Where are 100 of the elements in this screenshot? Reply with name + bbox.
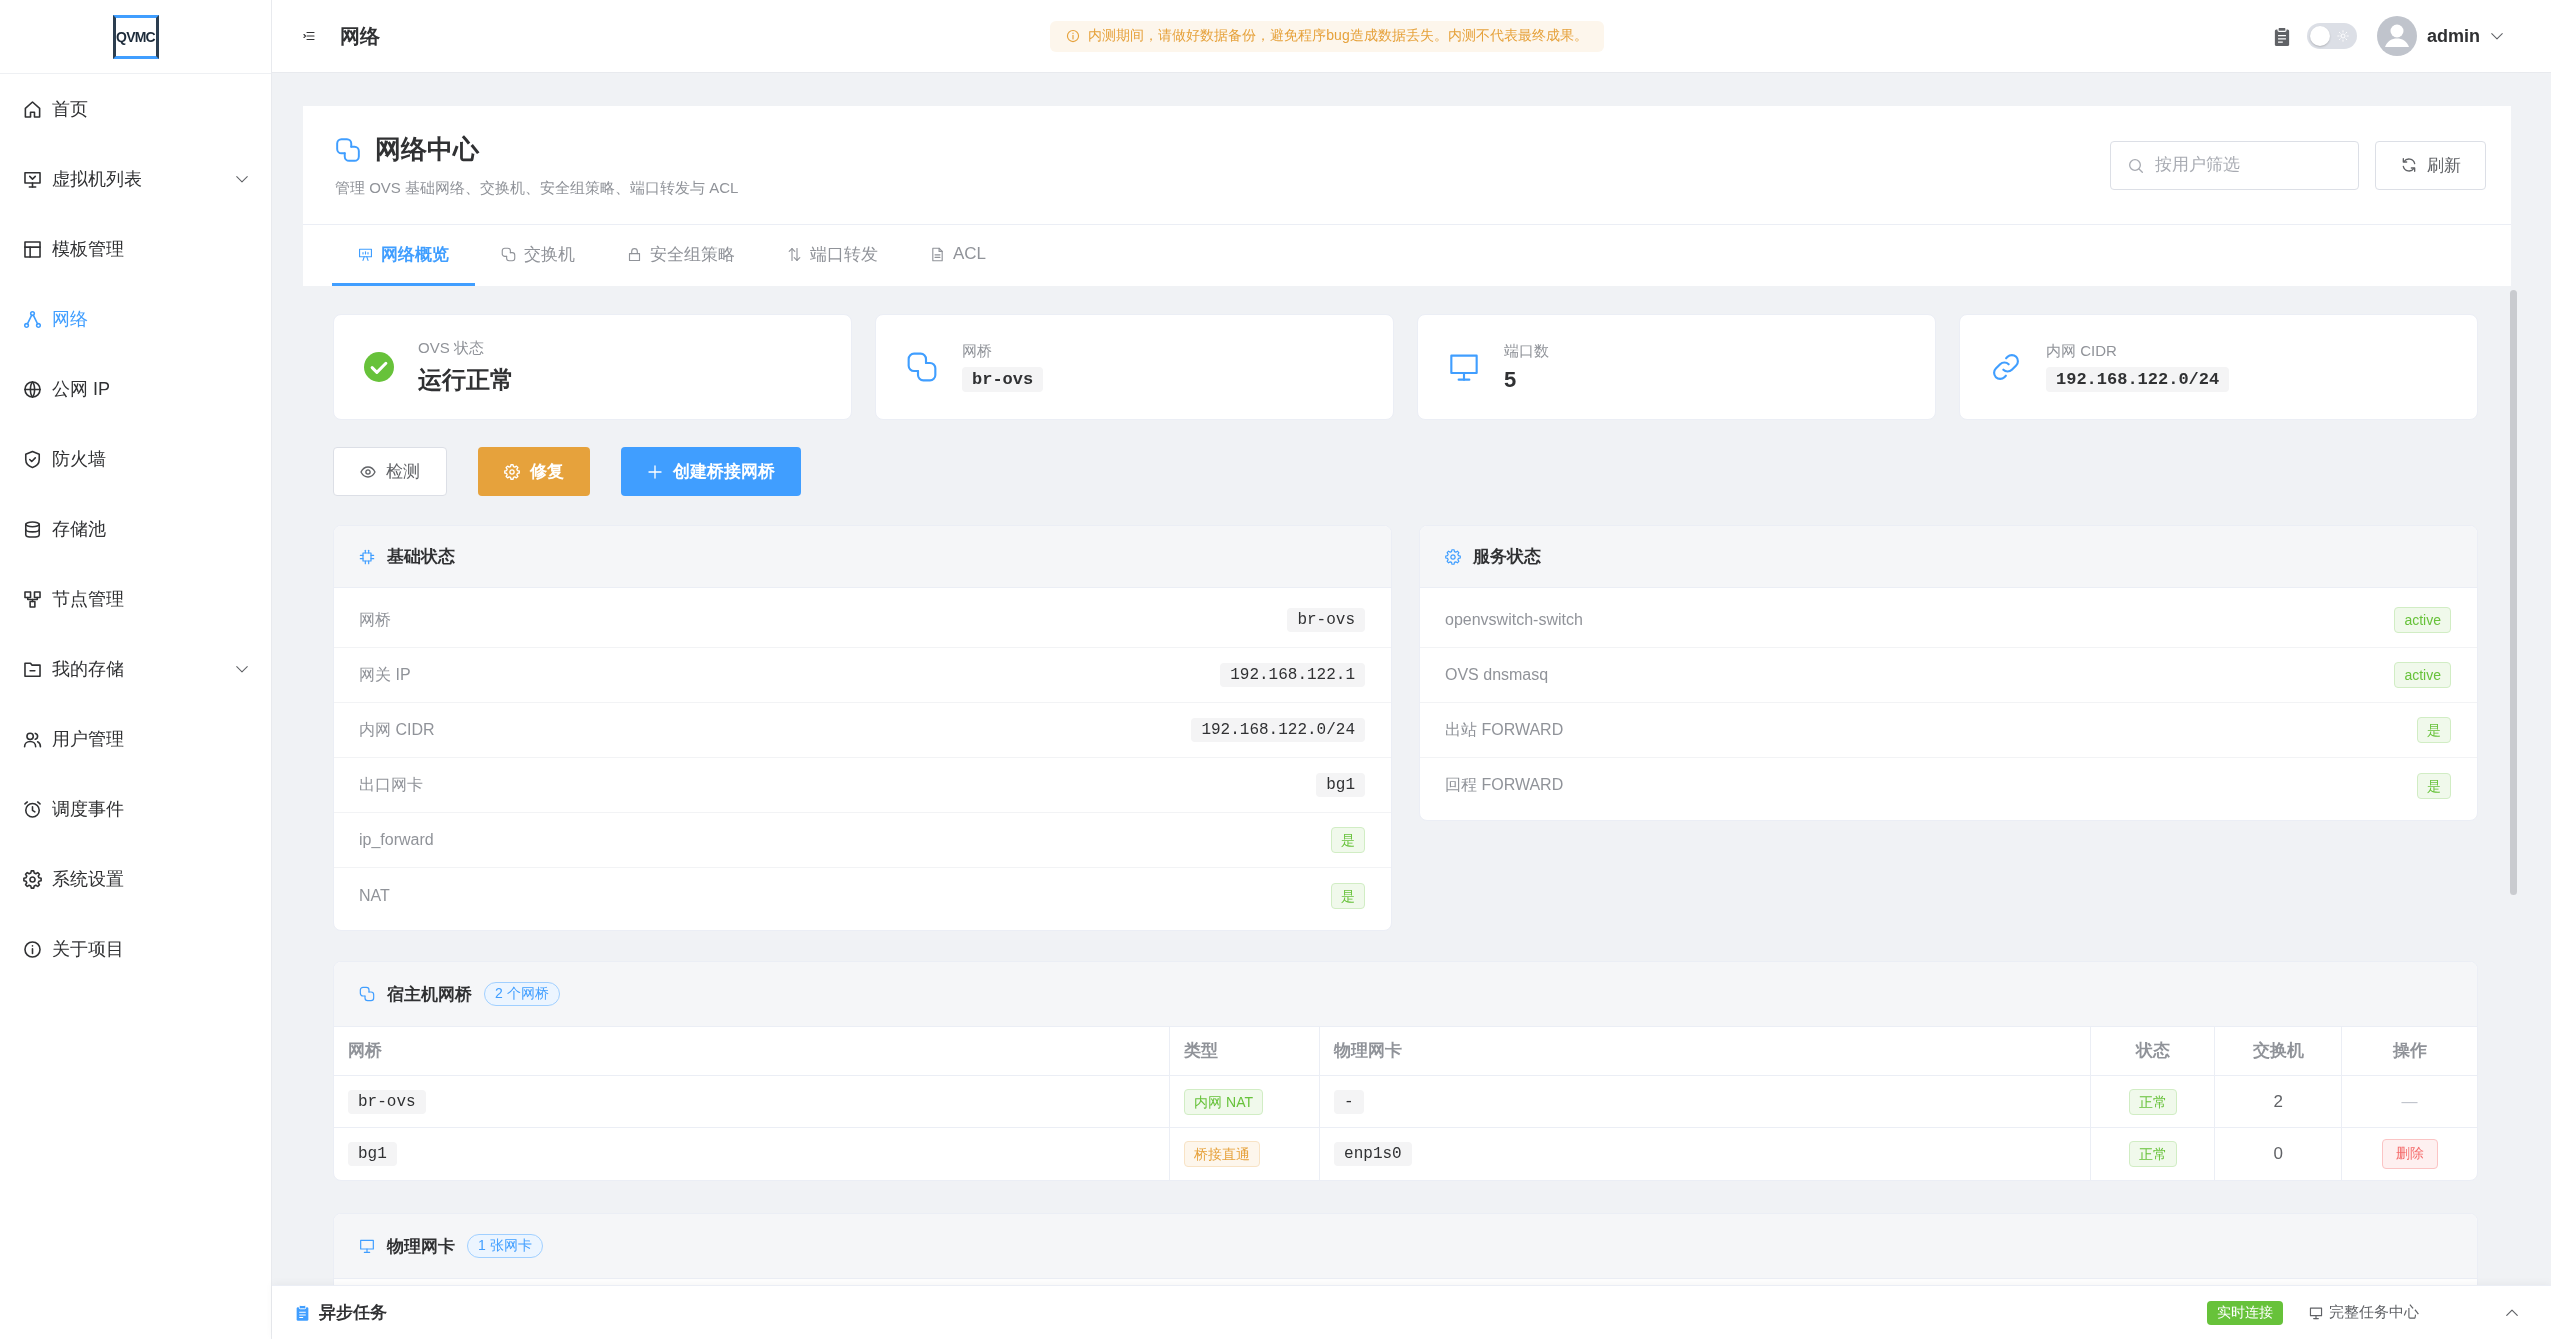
chip-icon bbox=[359, 548, 375, 565]
card-title: 服务状态 bbox=[1473, 546, 1541, 568]
field-value: 192.168.122.0/24 bbox=[1191, 718, 1365, 742]
settings-icon bbox=[504, 463, 520, 480]
field-label: 网桥 bbox=[359, 609, 391, 630]
field-value: br-ovs bbox=[1287, 608, 1365, 632]
user-menu[interactable]: admin bbox=[2427, 25, 2504, 47]
monitor-icon bbox=[2309, 1305, 2323, 1320]
refresh-icon bbox=[2400, 157, 2417, 173]
status-tag: 是 bbox=[2417, 717, 2451, 743]
nav-item[interactable]: 防火墙 bbox=[0, 424, 271, 494]
refresh-button[interactable]: 刷新 bbox=[2375, 140, 2486, 190]
task-center-link[interactable]: 完整任务中心 bbox=[2309, 1303, 2419, 1322]
column-header: 交换机 bbox=[2215, 1027, 2343, 1076]
column-header: 物理网卡 bbox=[1320, 1027, 2092, 1076]
nav-item[interactable]: 节点管理 bbox=[0, 564, 271, 634]
linked-squares-icon bbox=[906, 351, 938, 383]
theme-switch[interactable] bbox=[2307, 23, 2357, 49]
node-tree-icon bbox=[23, 589, 42, 609]
monitor-icon bbox=[23, 169, 42, 189]
section-title: 网络中心 bbox=[375, 133, 479, 166]
field-value: 192.168.122.1 bbox=[1220, 663, 1365, 687]
linked-squares-icon bbox=[335, 136, 361, 163]
stat-label: 内网 CIDR bbox=[2046, 342, 2117, 361]
nav-item[interactable]: 我的存储 bbox=[0, 634, 271, 704]
logo[interactable]: QVMC bbox=[112, 14, 159, 59]
card-title: 宿主机网桥 bbox=[387, 983, 472, 1006]
linked-squares-icon bbox=[501, 246, 516, 262]
stat-value: br-ovs bbox=[962, 367, 1044, 392]
field-label: 出口网卡 bbox=[359, 774, 423, 795]
column-header: 操作 bbox=[2342, 1027, 2477, 1076]
connection-tag: 实时连接 bbox=[2207, 1300, 2283, 1325]
clipboard-icon[interactable] bbox=[2274, 26, 2290, 46]
count-badge: 1 张网卡 bbox=[467, 1234, 543, 1258]
search-field[interactable]: 按用户筛选 bbox=[2110, 140, 2359, 190]
bridge-name: br-ovs bbox=[348, 1089, 426, 1114]
service-name: 出站 FORWARD bbox=[1445, 719, 1564, 740]
scrollbar[interactable] bbox=[2510, 290, 2517, 895]
type-tag: 内网 NAT bbox=[1184, 1088, 1264, 1115]
info-icon bbox=[23, 939, 42, 959]
status-tag: active bbox=[2394, 662, 2451, 688]
nav-item[interactable]: 系统设置 bbox=[0, 844, 271, 914]
nav-item[interactable]: 首页 bbox=[0, 74, 271, 144]
globe-icon bbox=[23, 379, 42, 399]
bridge-name: bg1 bbox=[348, 1142, 397, 1166]
field-value: bg1 bbox=[1316, 773, 1365, 797]
nav-item[interactable]: 公网 IP bbox=[0, 354, 271, 424]
panel-title: 异步任务 bbox=[319, 1302, 387, 1324]
database-icon bbox=[23, 519, 42, 539]
search-icon bbox=[2128, 157, 2144, 174]
service-name: OVS dnsmasq bbox=[1445, 666, 1549, 684]
switch-count: 0 bbox=[2273, 1144, 2283, 1164]
nav-item[interactable]: 模板管理 bbox=[0, 214, 271, 284]
stat-value: 运行正常 bbox=[418, 364, 514, 395]
status-tag: 是 bbox=[1331, 827, 1365, 853]
stat-value: 5 bbox=[1504, 366, 1517, 393]
action-button[interactable]: 检测 bbox=[333, 447, 447, 496]
nav-item[interactable]: 虚拟机列表 bbox=[0, 144, 271, 214]
presentation-icon bbox=[358, 246, 373, 262]
home-icon bbox=[23, 99, 42, 119]
stat-label: OVS 状态 bbox=[418, 338, 484, 358]
column-header: 状态 bbox=[2091, 1027, 2216, 1076]
type-tag: 桥接直通 bbox=[1184, 1141, 1261, 1167]
users-icon bbox=[23, 729, 42, 749]
status-tag: active bbox=[2394, 607, 2451, 633]
nic-name: - bbox=[1334, 1089, 1364, 1114]
nav-item[interactable]: 关于项目 bbox=[0, 914, 271, 984]
nav-item[interactable]: 用户管理 bbox=[0, 704, 271, 774]
document-icon bbox=[930, 246, 945, 262]
column-header: 网桥 bbox=[334, 1027, 1171, 1076]
switch-count: 2 bbox=[2273, 1091, 2283, 1112]
notice-text: 内测期间，请做好数据备份，避免程序bug造成数据丢失。内测不代表最终成果。 bbox=[1088, 27, 1588, 45]
layout-icon bbox=[23, 239, 42, 259]
page-subtitle: 管理 OVS 基础网络、交换机、安全组策略、端口转发与 ACL bbox=[335, 179, 739, 198]
page-title: 网络 bbox=[340, 23, 380, 49]
info-icon bbox=[1066, 29, 1081, 43]
menu-icon[interactable] bbox=[303, 30, 315, 42]
nav-item[interactable]: 调度事件 bbox=[0, 774, 271, 844]
plus-icon bbox=[647, 463, 663, 480]
stat-label: 端口数 bbox=[1504, 341, 1549, 361]
lock-icon bbox=[627, 246, 642, 262]
status-tag: 是 bbox=[1331, 882, 1365, 909]
settings-icon bbox=[23, 869, 42, 889]
folder-icon bbox=[23, 659, 42, 679]
status-tag: 正常 bbox=[2128, 1088, 2177, 1115]
arrows-icon bbox=[787, 246, 802, 262]
empty-action: — bbox=[2401, 1092, 2418, 1111]
stat-value: 192.168.122.0/24 bbox=[2046, 367, 2230, 392]
nav-item[interactable]: 存储池 bbox=[0, 494, 271, 564]
field-label: NAT bbox=[359, 886, 390, 905]
service-name: 回程 FORWARD bbox=[1445, 775, 1564, 795]
eye-icon bbox=[360, 463, 376, 480]
monitor-icon bbox=[359, 1238, 375, 1254]
field-label: ip_forward bbox=[359, 831, 434, 849]
sun-icon bbox=[2337, 30, 2349, 42]
field-label: 网关 IP bbox=[359, 664, 411, 685]
settings-icon bbox=[1445, 548, 1461, 565]
linked-squares-icon bbox=[359, 986, 375, 1002]
field-label: 内网 CIDR bbox=[359, 719, 435, 740]
chain-link-icon bbox=[1990, 351, 2022, 383]
